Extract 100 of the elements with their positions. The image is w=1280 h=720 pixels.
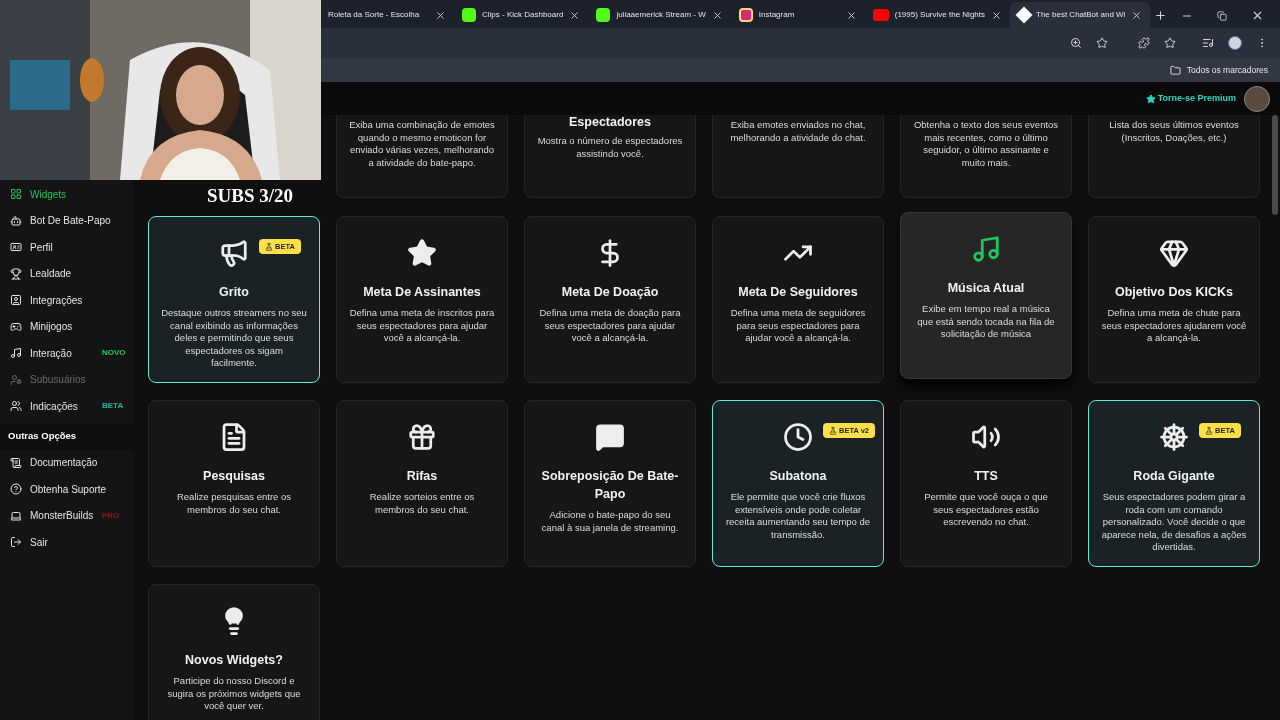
sidebar-item[interactable]: Widgets <box>10 186 67 202</box>
card-title: Novos Widgets? <box>185 652 283 669</box>
widget-card[interactable]: Espectadores Mostra o número de espectadores assistindo você. <box>524 115 696 198</box>
star-icon <box>407 238 437 268</box>
media-icon[interactable] <box>1202 37 1214 49</box>
card-title: Sobreposição De Bate-Papo <box>540 468 680 503</box>
widget-card[interactable]: Exiba emotes enviados no chat, melhorando a atividade do chat. <box>712 115 884 198</box>
k-logo-icon <box>462 8 476 22</box>
new-tab-icon[interactable] <box>1154 9 1168 22</box>
zoom-icon[interactable] <box>1070 37 1082 49</box>
widget-card[interactable]: TTS Permite que você ouça o que seus espectadores estão escrevendo no chat. <box>900 400 1072 567</box>
gift-icon <box>407 422 437 452</box>
card-description: Ele permite que você crie fluxos extensíveis onde pode coletar receita aumentando seu tempo de transmissão. <box>725 491 871 541</box>
scroll-icon <box>10 456 22 469</box>
folder-icon <box>1169 64 1181 76</box>
sidebar-item[interactable]: Documentação <box>10 455 98 471</box>
browser-tab[interactable]: The best ChatBot and Wi <box>1010 2 1151 28</box>
card-description: Defina uma meta de inscritos para seus espectadores para ajudar você a alcançá-la. <box>349 307 495 345</box>
widget-card[interactable]: Lista dos seus últimos eventos (Inscritos, Doações, etc.) <box>1088 115 1260 198</box>
card-title: Subatona <box>769 468 827 485</box>
sidebar-item[interactable]: Sair <box>10 534 48 550</box>
close-icon[interactable] <box>845 9 857 21</box>
card-description: Seus espectadores podem girar a roda com um comando personalizado. Você decide o que aparece nela, de desafios a ações divertidas. <box>1101 491 1247 554</box>
sidebar-item[interactable]: Bot De Bate-Papo <box>10 213 111 229</box>
card-description: Defina uma meta de seguidores para seus espectadores para ajudar você a alcançá-la. <box>729 307 867 345</box>
sidebar-item[interactable]: Lealdade <box>10 266 72 282</box>
widget-card[interactable]: Meta De Seguidores Defina uma meta de seguidores para seus espectadores para ajudar você a alcançá-la. <box>712 216 884 383</box>
logout-icon <box>10 536 22 549</box>
card-title: Meta De Assinantes <box>363 284 481 301</box>
card-description: Defina uma meta de doação para seus espectadores para ajudar você a alcançá-la. <box>538 307 682 345</box>
user-avatar[interactable] <box>1244 85 1270 112</box>
scrollbar-thumb[interactable] <box>1272 115 1278 215</box>
close-icon[interactable] <box>569 9 581 21</box>
badge-label: PRO <box>102 509 120 522</box>
widget-card[interactable]: Pesquisas Realize pesquisas entre os membros do seu chat. <box>148 400 320 567</box>
tab-title: juliaaemerick Stream - W <box>616 9 706 21</box>
users-gear-icon <box>10 373 22 386</box>
widget-card[interactable]: Meta De Assinantes Defina uma meta de inscritos para seus espectadores para ajudar você a alcançá-la. <box>336 216 508 383</box>
k-logo-icon <box>596 8 611 22</box>
bookmark-star-icon[interactable] <box>1096 37 1108 49</box>
sidebar-item[interactable]: Minijogos <box>10 319 73 335</box>
megaphone-icon <box>219 238 249 268</box>
clock-icon <box>783 422 813 452</box>
sidebar-item[interactable]: Interação <box>10 345 72 361</box>
tab-title: (1995) Survive the Nights <box>894 9 985 21</box>
robot-icon <box>10 214 22 227</box>
card-title: Meta De Seguidores <box>738 284 858 301</box>
section-heading: Outras Opções <box>8 429 77 444</box>
tab-title: Clips - Kick Dashboard <box>482 9 564 21</box>
card-description: Exibe em tempo real a música que está sendo tocada na fila de solicitação de música <box>916 303 1056 341</box>
close-icon[interactable] <box>991 9 1002 21</box>
close-icon[interactable] <box>435 9 446 21</box>
chat-bubble-icon <box>595 422 625 452</box>
browser-tab[interactable]: Roleta da Sorte - Escolha <box>320 2 454 28</box>
sidebar-item[interactable]: Perfil <box>10 239 53 255</box>
card-description: Adicione o bate-papo do seu canal à sua janela de streaming. <box>540 509 680 534</box>
diamond-icon <box>1159 238 1189 268</box>
laptop-icon <box>10 509 22 522</box>
card-description: Exiba uma combinação de emotes quando o mesmo emoticon for enviado várias vezes, melhorando a atividade do bate-papo. <box>349 119 495 169</box>
star-icon <box>1145 93 1156 104</box>
flask-icon <box>265 242 273 251</box>
card-title: Rifas <box>406 468 438 485</box>
profile-avatar[interactable] <box>1228 36 1242 50</box>
music-note-icon <box>10 347 22 360</box>
widget-card[interactable]: Meta De Doação Defina uma meta de doação para seus espectadores para ajudar você a alcançá-la. <box>524 216 696 383</box>
restore-icon[interactable] <box>1217 10 1227 21</box>
card-title: Grito <box>219 284 249 301</box>
sidebar-item[interactable]: Obtenha Suporte <box>10 481 107 497</box>
browser-tab[interactable]: (1995) Survive the Nights <box>864 2 1010 28</box>
card-title: TTS <box>974 468 998 485</box>
bookmarks-folder[interactable]: Todos os marcadores <box>1169 63 1268 77</box>
widget-card[interactable]: Rifas Realize sorteios entre os membros do seu chat. <box>336 400 508 567</box>
widget-card[interactable]: Novos Widgets? Participe do nosso Discord e sugira os próximos widgets que você quer ver. <box>148 584 320 720</box>
card-description: Realize sorteios entre os membros do seu chat. <box>368 491 476 516</box>
premium-link[interactable]: Torne-se Premium <box>1145 91 1236 106</box>
window-icon <box>10 294 22 307</box>
extension-icon[interactable] <box>1138 37 1150 49</box>
close-icon[interactable] <box>711 9 723 21</box>
sidebar-item[interactable]: Indicações <box>10 398 78 414</box>
gamepad-icon <box>10 320 22 333</box>
widget-card[interactable]: Objetivo Dos KICKs Defina uma meta de chute para seus espectadores ajudarem você a alcançá-la. <box>1088 216 1260 383</box>
card-description: Participe do nosso Discord e sugira os próximos widgets que você quer ver. <box>166 675 302 713</box>
tab-title: Instagram <box>758 9 795 21</box>
card-description: Defina uma meta de chute para seus espectadores ajudarem você a alcançá-la. <box>1101 307 1247 345</box>
widget-card[interactable]: Sobreposição De Bate-Papo Adicione o bate-papo do seu canal à sua janela de streaming. <box>524 400 696 567</box>
widget-card[interactable]: Exiba uma combinação de emotes quando o mesmo emoticon for enviado várias vezes, melhorando a atividade do bate-papo. <box>336 115 508 198</box>
wheel-icon <box>1159 422 1189 452</box>
browser-tab[interactable]: juliaaemerick Stream - W <box>588 2 731 28</box>
browser-tab[interactable]: Clips - Kick Dashboard <box>454 2 589 28</box>
close-icon[interactable] <box>1251 9 1264 22</box>
card-description: Realize pesquisas entre os membros do seu chat. <box>175 491 293 516</box>
star-icon[interactable] <box>1164 37 1176 49</box>
camera-logo-icon <box>738 8 753 22</box>
widget-card[interactable]: Música Atual Exibe em tempo real a música que está sendo tocada na fila de solicitação de música <box>900 212 1072 379</box>
close-icon[interactable] <box>1131 9 1143 21</box>
sidebar-item[interactable]: Integrações <box>10 292 83 308</box>
sidebar-item[interactable]: MonsterBuilds <box>10 508 94 524</box>
widget-card[interactable]: Obtenha o texto dos seus eventos mais recentes, como o último seguidor, o último assinante e muito mais. <box>900 115 1072 198</box>
browser-tab[interactable]: Instagram <box>730 2 865 28</box>
card-title: Pesquisas <box>203 468 265 485</box>
